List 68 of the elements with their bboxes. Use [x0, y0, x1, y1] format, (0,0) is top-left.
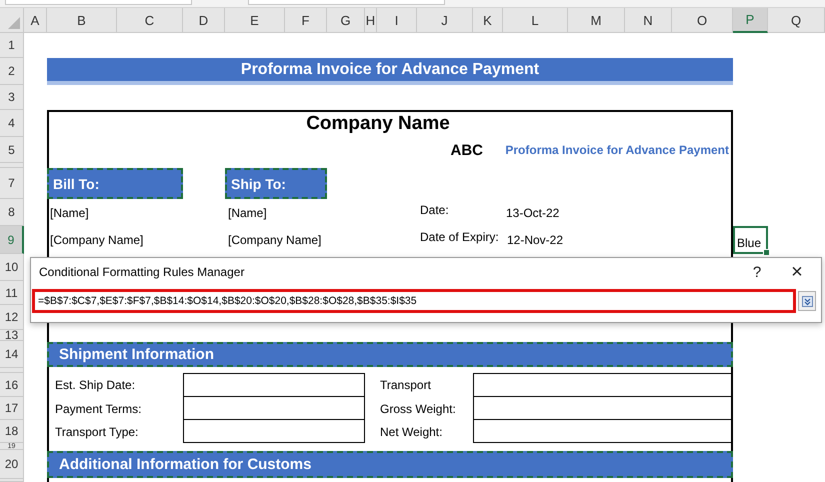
- field-label: Est. Ship Date:: [55, 378, 136, 392]
- company-name: Company Name: [306, 112, 450, 134]
- cell-text: [Company Name]: [50, 233, 144, 247]
- row-header[interactable]: 5: [0, 137, 24, 163]
- field-label: Transport: [380, 378, 431, 392]
- column-header[interactable]: B: [47, 8, 117, 33]
- row-header[interactable]: 4: [0, 110, 24, 137]
- help-button[interactable]: ?: [737, 258, 777, 286]
- active-cell[interactable]: Blue: [733, 226, 768, 254]
- dialog-title: Conditional Formatting Rules Manager: [39, 265, 246, 279]
- column-header[interactable]: F: [285, 8, 327, 33]
- cell-text: [Name]: [50, 206, 89, 220]
- row-header[interactable]: 9: [0, 226, 24, 254]
- field-label: Gross Weight:: [380, 402, 456, 416]
- invoice-subtitle: Proforma Invoice for Advance Payment: [505, 143, 729, 157]
- cell-text: 13-Oct-22: [506, 206, 560, 220]
- row-header[interactable]: 10: [0, 254, 24, 281]
- bill-to-heading: Bill To:: [47, 168, 183, 199]
- column-header[interactable]: P: [733, 8, 768, 33]
- row-header[interactable]: 20: [0, 450, 24, 479]
- row-header[interactable]: 14: [0, 341, 24, 368]
- column-header[interactable]: K: [473, 8, 503, 33]
- title-banner: Proforma Invoice for Advance Payment: [47, 58, 733, 85]
- column-header[interactable]: O: [672, 8, 733, 33]
- column-header[interactable]: H: [365, 8, 377, 33]
- ship-to-heading: Ship To:: [225, 168, 327, 199]
- column-header[interactable]: D: [183, 8, 225, 33]
- row-header[interactable]: 13: [0, 330, 24, 341]
- row-header[interactable]: 16: [0, 373, 24, 397]
- column-header[interactable]: C: [117, 8, 183, 33]
- row-header[interactable]: 8: [0, 199, 24, 226]
- section-heading: Additional Information for Customs: [47, 451, 733, 478]
- row-header[interactable]: 11: [0, 281, 24, 305]
- select-all-button[interactable]: [0, 8, 24, 33]
- column-header[interactable]: Q: [768, 8, 825, 33]
- cell-text: Date of Expiry:: [420, 230, 499, 244]
- close-button[interactable]: ×: [777, 258, 817, 286]
- column-header[interactable]: E: [225, 8, 285, 33]
- row-header[interactable]: 12: [0, 305, 24, 330]
- row-header[interactable]: 3: [0, 85, 24, 110]
- field-label: Payment Terms:: [55, 402, 142, 416]
- cell-text: Date:: [420, 203, 449, 217]
- section-heading: Shipment Information: [47, 342, 733, 367]
- field-label: Net Weight:: [380, 424, 442, 438]
- formula-bar-field[interactable]: [248, 0, 445, 5]
- row-header[interactable]: 17: [0, 397, 24, 420]
- column-header[interactable]: L: [503, 8, 568, 33]
- collapse-button[interactable]: [798, 291, 816, 311]
- row-header[interactable]: [0, 368, 24, 373]
- collapse-icon: [802, 296, 812, 306]
- range-field[interactable]: =$B$7:$C$7,$E$7:$F$7,$B$14:$O$14,$B$20:$O$20,$B$28:$O$28,$B$35:$I$35: [32, 289, 796, 313]
- cell-text: [Company Name]: [228, 233, 322, 247]
- row-header[interactable]: 7: [0, 168, 24, 199]
- company-value: ABC: [450, 142, 483, 158]
- column-header[interactable]: A: [24, 8, 47, 33]
- cell-text: [Name]: [228, 206, 267, 220]
- cell-text: 12-Nov-22: [507, 233, 564, 247]
- column-header[interactable]: G: [327, 8, 365, 33]
- field-label: Transport Type:: [55, 424, 138, 438]
- column-header[interactable]: N: [625, 8, 672, 33]
- name-box[interactable]: [5, 0, 192, 5]
- column-header[interactable]: J: [417, 8, 473, 33]
- column-header[interactable]: I: [377, 8, 417, 33]
- row-header[interactable]: 2: [0, 58, 24, 85]
- row-header[interactable]: 1: [0, 33, 24, 58]
- row-header[interactable]: 18: [0, 420, 24, 443]
- column-header[interactable]: M: [568, 8, 625, 33]
- row-header[interactable]: [0, 163, 24, 168]
